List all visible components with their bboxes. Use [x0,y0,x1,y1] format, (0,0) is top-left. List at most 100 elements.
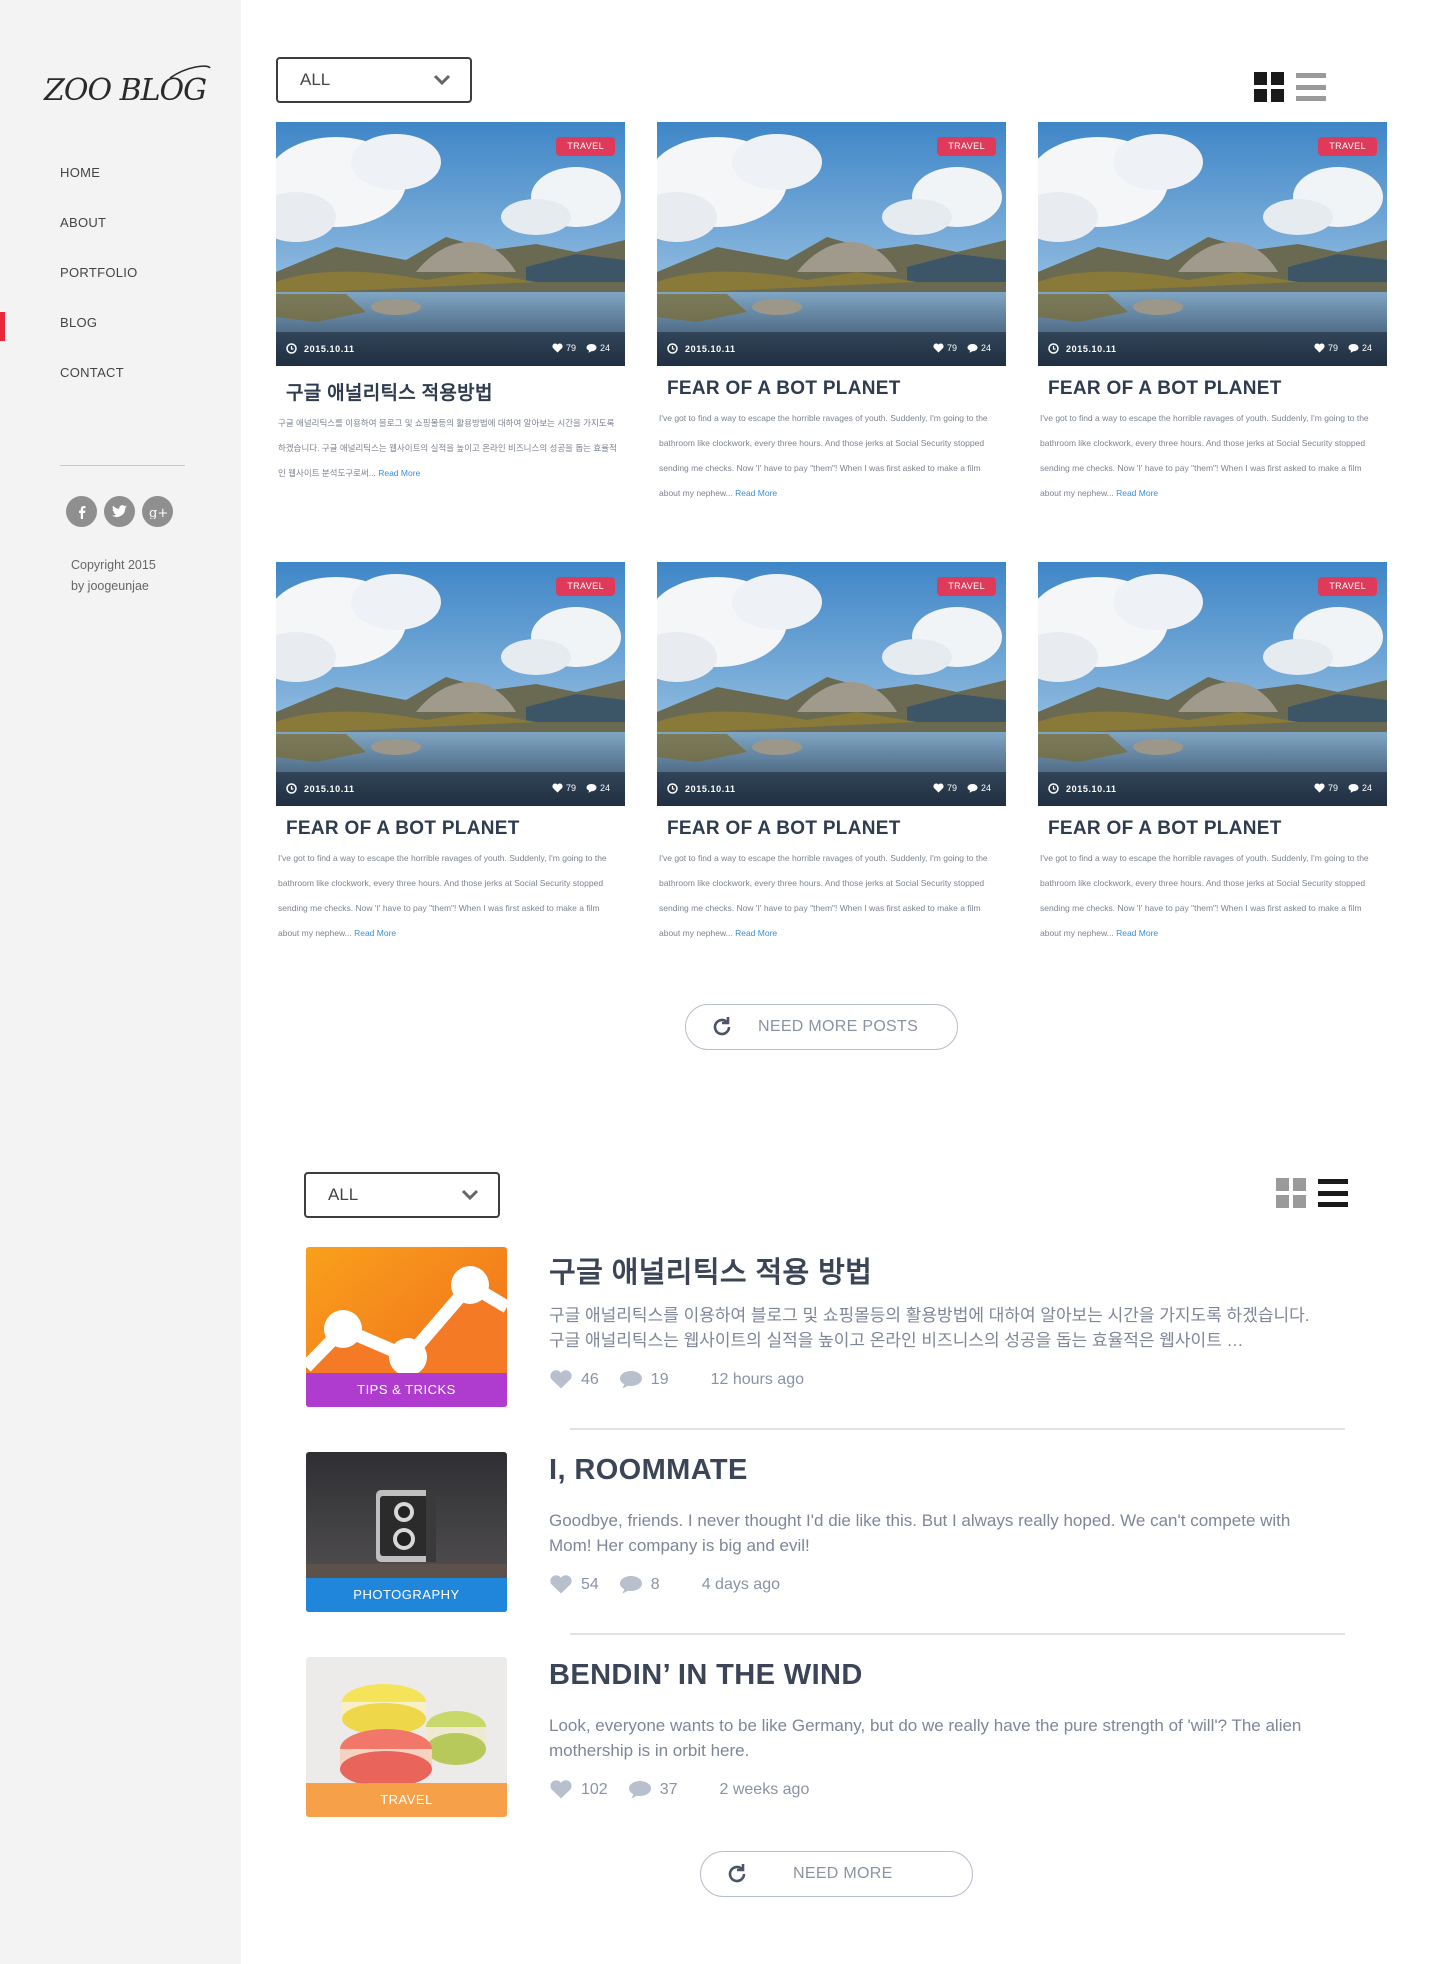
comment-count[interactable]: 24 [967,343,991,353]
like-count[interactable]: 46 [549,1370,599,1389]
load-more-button[interactable]: NEED MORE [700,1851,973,1897]
post-category[interactable]: TRAVEL [306,1783,507,1817]
post-excerpt: I've got to find a way to escape the hor… [1038,406,1387,506]
category-tag[interactable]: TRAVEL [937,137,996,156]
post-stats: 79 24 [552,783,610,793]
post-card-image[interactable]: TRAVEL 2015.10.11 79 24 [276,562,625,806]
read-more-link[interactable]: Read More [735,928,777,938]
post-title[interactable]: FEAR OF A BOT PLANET [657,818,1006,840]
like-count[interactable]: 79 [933,343,957,353]
post-title[interactable]: FEAR OF A BOT PLANET [1038,378,1387,400]
read-more-link[interactable]: Read More [1116,488,1158,498]
load-more-label: NEED MORE POSTS [758,1018,919,1035]
comment-count[interactable]: 19 [619,1370,669,1389]
category-tag[interactable]: TRAVEL [937,577,996,596]
post-title[interactable]: BENDIN’ IN THE WIND [549,1659,863,1692]
comment-count[interactable]: 24 [1348,343,1372,353]
post-title[interactable]: FEAR OF A BOT PLANET [1038,818,1387,840]
landscape-photo [276,562,625,806]
comment-icon [1348,784,1359,793]
heart-icon [933,343,944,353]
post-title[interactable]: FEAR OF A BOT PLANET [657,378,1006,400]
comment-count[interactable]: 24 [967,783,991,793]
like-count[interactable]: 79 [552,783,576,793]
read-more-link[interactable]: Read More [735,488,777,498]
category-filter-select[interactable]: ALL [276,57,472,103]
refresh-icon [728,1864,746,1883]
clock-icon [667,783,678,794]
comment-icon [619,1371,642,1389]
post-card-image[interactable]: TRAVEL 2015.10.11 79 24 [1038,562,1387,806]
site-logo[interactable]: ZOO BLOG [42,60,214,114]
comment-count-value: 24 [980,343,991,353]
list-post[interactable]: TIPS & TRICKS 구글 애널리틱스 적용 방법 구글 애널리틱스를 이… [306,1247,1346,1407]
post-card[interactable]: TRAVEL 2015.10.11 79 24 FEAR OF A BOT PL… [1038,562,1387,946]
grid-view-icon[interactable] [1276,1178,1306,1208]
list-divider [570,1633,1345,1635]
post-thumbnail[interactable]: TIPS & TRICKS [306,1247,507,1407]
heart-icon [1314,783,1325,793]
post-card-image[interactable]: TRAVEL 2015.10.11 79 24 [657,562,1006,806]
twitter-icon[interactable] [104,496,135,527]
list-post[interactable]: TRAVEL BENDIN’ IN THE WIND Look, everyon… [306,1657,1346,1817]
category-tag[interactable]: TRAVEL [556,137,615,156]
read-more-link[interactable]: Read More [378,468,420,478]
like-count[interactable]: 79 [933,783,957,793]
post-title[interactable]: FEAR OF A BOT PLANET [276,818,625,840]
nav-item-home[interactable]: HOME [0,150,241,200]
post-card[interactable]: TRAVEL 2015.10.11 79 24 구글 애널리틱스 적용방법 구글… [276,122,625,486]
read-more-link[interactable]: Read More [1116,928,1158,938]
like-count[interactable]: 54 [549,1575,599,1594]
nav-item-contact[interactable]: CONTACT [0,350,241,400]
post-excerpt: I've got to find a way to escape the hor… [276,846,625,946]
comment-count[interactable]: 24 [586,343,610,353]
comment-count[interactable]: 37 [628,1780,678,1799]
post-card[interactable]: TRAVEL 2015.10.11 79 24 FEAR OF A BOT PL… [657,122,1006,506]
post-category[interactable]: TIPS & TRICKS [306,1373,507,1407]
post-card[interactable]: TRAVEL 2015.10.11 79 24 FEAR OF A BOT PL… [1038,122,1387,506]
post-excerpt: Look, everyone wants to be like Germany,… [549,1716,1302,1760]
like-count[interactable]: 79 [1314,343,1338,353]
comment-count[interactable]: 24 [1348,783,1372,793]
read-more-link[interactable]: Read More [354,928,396,938]
comment-count[interactable]: 24 [586,783,610,793]
copyright-line: Copyright 2015 [71,558,156,572]
post-thumbnail[interactable]: TRAVEL [306,1657,507,1817]
post-card-image[interactable]: TRAVEL 2015.10.11 79 24 [276,122,625,366]
post-card-image[interactable]: TRAVEL 2015.10.11 79 24 [657,122,1006,366]
post-meta: 46 19 12 hours ago [549,1370,804,1389]
post-title[interactable]: 구글 애널리틱스 적용방법 [276,378,625,405]
nav-item-about[interactable]: ABOUT [0,200,241,250]
post-category[interactable]: PHOTOGRAPHY [306,1578,507,1612]
post-title[interactable]: I, ROOMMATE [549,1454,748,1487]
comment-count[interactable]: 8 [619,1575,660,1594]
post-card[interactable]: TRAVEL 2015.10.11 79 24 FEAR OF A BOT PL… [657,562,1006,946]
load-more-posts-button[interactable]: NEED MORE POSTS [685,1004,958,1050]
like-count[interactable]: 79 [552,343,576,353]
category-tag[interactable]: TRAVEL [1318,577,1377,596]
grid-view-icon[interactable] [1254,72,1284,102]
post-meta: 102 37 2 weeks ago [549,1780,809,1799]
like-count[interactable]: 102 [549,1780,608,1799]
post-excerpt-text: 구글 애널리틱스를 이용하여 블로그 및 쇼핑몰등의 활용방법에 대하여 알아보… [278,418,617,478]
post-excerpt: 구글 애널리틱스를 이용하여 블로그 및 쇼핑몰등의 활용방법에 대하여 알아보… [276,411,625,486]
list-post[interactable]: PHOTOGRAPHY I, ROOMMATE Goodbye, friends… [306,1452,1346,1612]
post-excerpt-text: I've got to find a way to escape the hor… [659,853,988,938]
category-tag[interactable]: TRAVEL [556,577,615,596]
post-excerpt-text: I've got to find a way to escape the hor… [659,413,988,498]
google-plus-icon[interactable]: g+ [142,496,173,527]
like-count[interactable]: 79 [1314,783,1338,793]
nav-item-portfolio[interactable]: PORTFOLIO [0,250,241,300]
list-view-icon[interactable] [1318,1178,1348,1208]
category-tag[interactable]: TRAVEL [1318,137,1377,156]
post-title[interactable]: 구글 애널리틱스 적용 방법 [549,1249,872,1291]
facebook-icon[interactable] [66,496,97,527]
category-filter-select[interactable]: ALL [304,1172,500,1218]
post-date: 2015.10.11 [685,783,736,794]
post-thumbnail[interactable]: PHOTOGRAPHY [306,1452,507,1612]
post-card-image[interactable]: TRAVEL 2015.10.11 79 24 [1038,122,1387,366]
list-view-icon[interactable] [1296,72,1326,102]
nav-item-blog[interactable]: BLOG [0,300,241,350]
post-card[interactable]: TRAVEL 2015.10.11 79 24 FEAR OF A BOT PL… [276,562,625,946]
post-excerpt-text: I've got to find a way to escape the hor… [278,853,607,938]
